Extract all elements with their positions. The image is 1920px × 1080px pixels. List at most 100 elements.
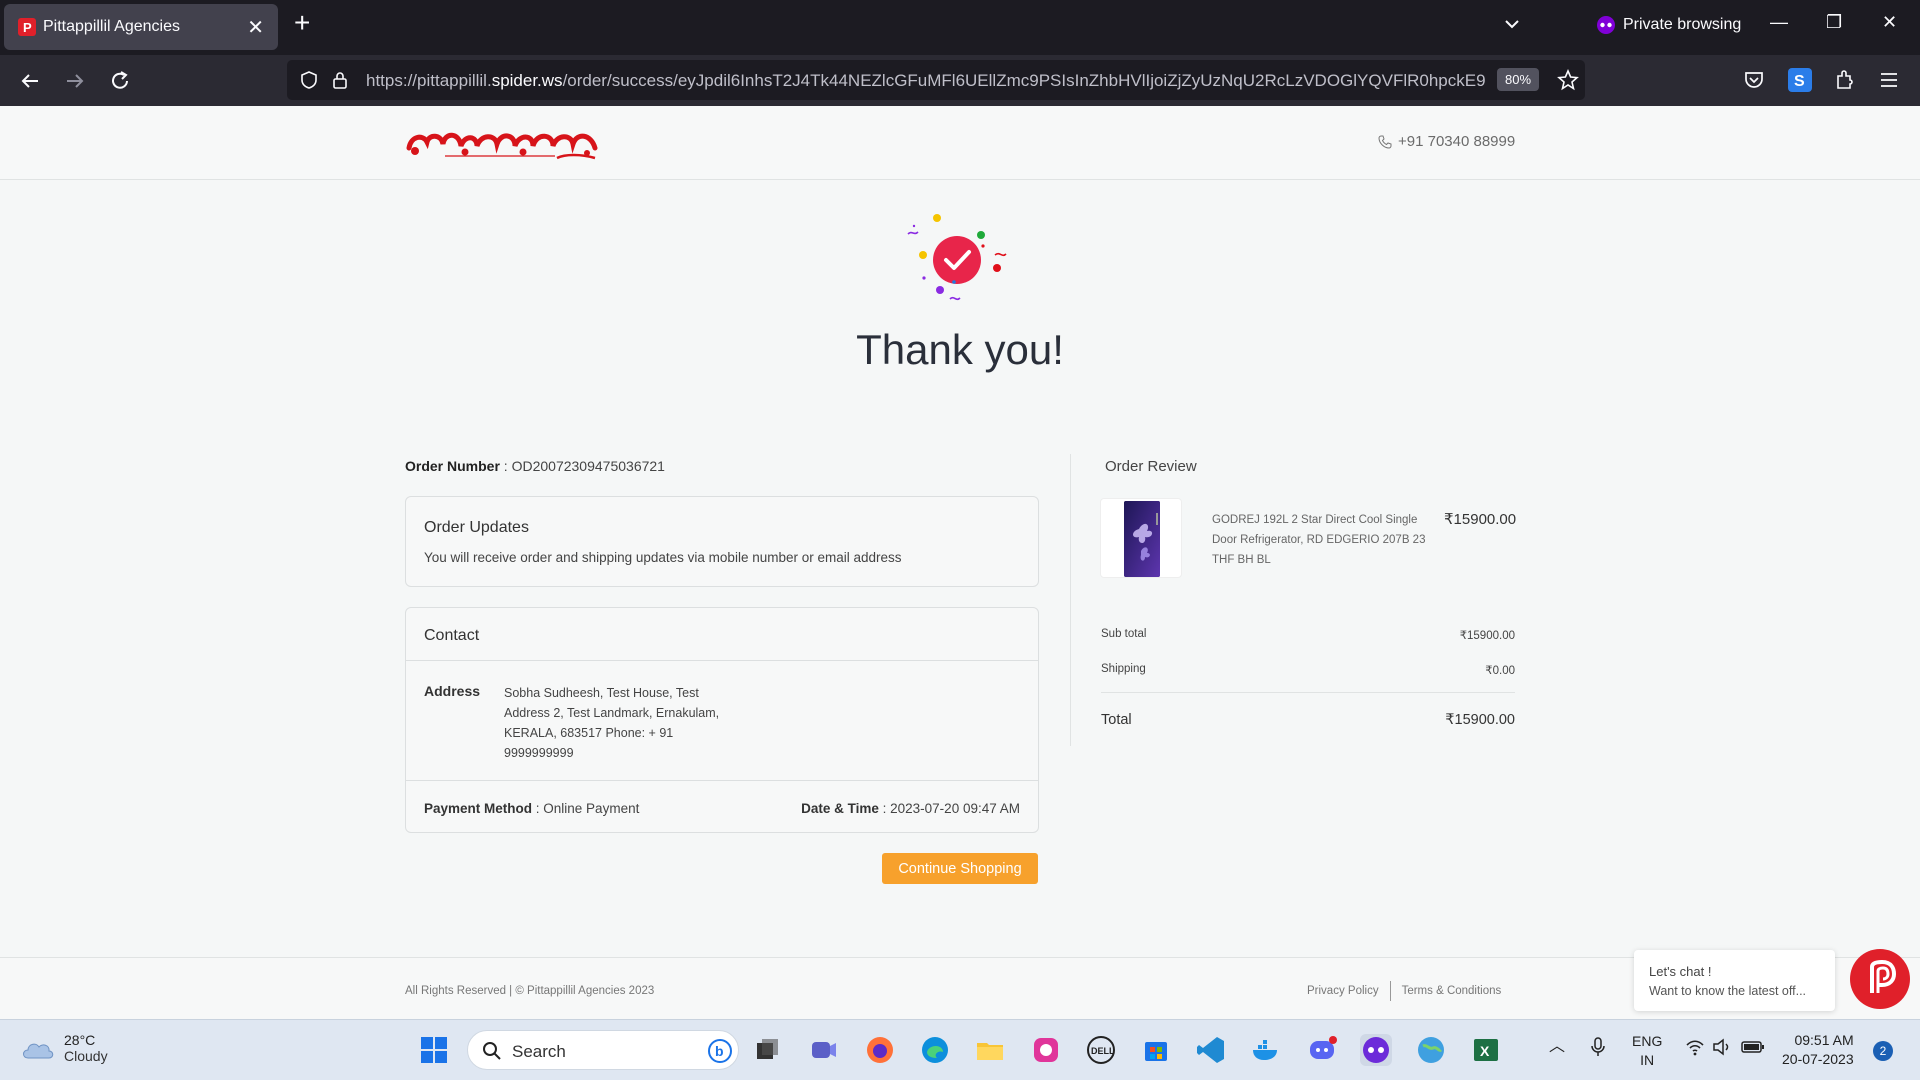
pocket-icon[interactable] [1743, 69, 1765, 91]
subtotal-label: Sub total [1101, 628, 1147, 640]
product-image[interactable] [1100, 498, 1182, 578]
hamburger-menu-icon[interactable] [1878, 69, 1900, 91]
contact-title: Contact [424, 627, 480, 644]
order-updates-text: You will receive order and shipping upda… [424, 550, 902, 565]
refrigerator-image [1124, 501, 1160, 577]
svg-text:DELL: DELL [1091, 1046, 1115, 1056]
private-browsing-label: Private browsing [1623, 16, 1742, 33]
dell-icon[interactable]: DELL [1085, 1034, 1117, 1066]
tab-title: Pittappillil Agencies [43, 18, 180, 35]
url-text[interactable]: https://pittappillil.spider.ws/order/suc… [366, 71, 1486, 91]
extensions-puzzle-icon[interactable] [1833, 68, 1857, 92]
thank-you-heading: Thank you! [856, 326, 1064, 373]
close-window-icon[interactable]: ✕ [1882, 12, 1897, 33]
browser-tab[interactable]: P Pittappillil Agencies ✕ [4, 4, 278, 50]
total-row: Total ₹15900.00 [1101, 712, 1515, 728]
new-tab-button[interactable]: + [294, 9, 310, 37]
close-tab-icon[interactable]: ✕ [247, 15, 264, 40]
minimize-window-icon[interactable]: — [1770, 12, 1788, 33]
page-content: +91 70340 88999 Thank you! Order Number … [0, 106, 1920, 1019]
teams-chat-icon[interactable] [808, 1034, 840, 1066]
chat-brand-p-icon [1870, 959, 1897, 993]
terms-conditions-link[interactable]: Terms & Conditions [1391, 985, 1513, 1001]
weather-widget[interactable]: 28°C Cloudy [20, 1032, 108, 1064]
browser-navbar: https://pittappillil.spider.ws/order/suc… [0, 55, 1920, 106]
extension-s-icon[interactable]: S [1788, 68, 1812, 92]
privacy-policy-link[interactable]: Privacy Policy [1296, 985, 1390, 1001]
excel-icon[interactable]: X [1470, 1034, 1502, 1066]
chat-prompt-bubble[interactable]: Let's chat ! Want to know the latest off… [1634, 950, 1835, 1011]
address-bar[interactable]: https://pittappillil.spider.ws/order/suc… [287, 60, 1585, 100]
header-phone[interactable]: +91 70340 88999 [1378, 133, 1515, 150]
windows-start-icon[interactable] [418, 1034, 450, 1066]
bing-icon[interactable]: b [708, 1039, 732, 1063]
bookmark-star-icon[interactable] [1557, 69, 1579, 91]
reload-icon[interactable] [107, 68, 133, 94]
clock-time: 09:51 AM [1794, 1032, 1854, 1048]
order-datetime: Date & Time : 2023-07-20 09:47 AM [801, 801, 1020, 816]
forward-arrow-icon[interactable] [62, 68, 88, 94]
phone-number: +91 70340 88999 [1398, 133, 1516, 150]
total-value: ₹15900.00 [1445, 712, 1515, 728]
chat-prompt-text: Want to know the latest off... [1649, 984, 1807, 998]
list-all-tabs-icon[interactable] [1502, 14, 1522, 34]
search-placeholder: Search [512, 1042, 566, 1061]
zoom-level-badge[interactable]: 80% [1497, 68, 1540, 91]
address-text: Sobha Sudheesh, Test House, Test Address… [504, 686, 720, 760]
wifi-icon[interactable] [1685, 1038, 1705, 1056]
microphone-icon[interactable] [1588, 1036, 1608, 1058]
chat-launcher-button[interactable] [1850, 949, 1910, 1009]
system-clock[interactable]: 09:51 AM 20-07-2023 [1782, 1031, 1854, 1069]
continue-shopping-button[interactable]: Continue Shopping [882, 853, 1038, 884]
language-indicator[interactable]: ENG IN [1632, 1032, 1662, 1070]
file-explorer-icon[interactable] [974, 1034, 1006, 1066]
subtotal-row: Sub total ₹15900.00 [1101, 628, 1515, 642]
order-updates-card: Order Updates You will receive order and… [405, 496, 1039, 587]
cloud-icon [23, 1043, 54, 1059]
payment-method: Payment Method : Online Payment [424, 801, 640, 816]
shipping-value: ₹0.00 [1485, 665, 1515, 677]
app-pink-icon[interactable] [1030, 1034, 1062, 1066]
private-mask-icon [1597, 16, 1615, 34]
notification-badge[interactable]: 2 [1873, 1041, 1893, 1061]
svg-text:P: P [23, 20, 32, 35]
product-name[interactable]: GODREJ 192L 2 Star Direct Cool Single Do… [1212, 510, 1427, 570]
site-favicon-icon: P [18, 18, 36, 36]
taskbar-search[interactable]: Search b [467, 1030, 739, 1070]
edge-icon[interactable] [919, 1034, 951, 1066]
order-updates-title: Order Updates [424, 519, 529, 536]
battery-icon[interactable] [1741, 1039, 1765, 1055]
lock-icon[interactable] [331, 70, 349, 90]
private-browsing-indicator: Private browsing [1597, 16, 1741, 34]
pittappillil-logo[interactable] [405, 122, 607, 162]
order-review-title: Order Review [1105, 458, 1197, 475]
firefox-icon[interactable] [864, 1034, 896, 1066]
order-number-value: OD20072309475036721 [511, 458, 665, 474]
vscode-icon[interactable] [1195, 1034, 1227, 1066]
discord-icon[interactable] [1306, 1034, 1338, 1066]
os-taskbar: 28°C Cloudy Search b DELL X ︿ ENG IN 09:… [0, 1019, 1920, 1080]
svg-text:b: b [715, 1043, 724, 1059]
weather-condition: Cloudy [64, 1048, 108, 1064]
restore-window-icon[interactable]: ❐ [1826, 12, 1842, 33]
success-check-icon [907, 214, 1007, 301]
phone-icon [1378, 135, 1392, 149]
shipping-row: Shipping ₹0.00 [1101, 663, 1515, 677]
svg-text:S: S [1794, 73, 1805, 90]
show-hidden-icons-icon[interactable]: ︿ [1549, 1032, 1565, 1056]
docker-icon[interactable] [1250, 1034, 1282, 1066]
weather-globe-icon[interactable] [1415, 1034, 1447, 1066]
browser-tabbar: P Pittappillil Agencies ✕ + Private brow… [0, 0, 1920, 55]
volume-icon[interactable] [1712, 1038, 1732, 1056]
tracking-shield-icon[interactable] [299, 70, 319, 90]
column-divider [1070, 454, 1071, 746]
clock-date: 20-07-2023 [1782, 1051, 1854, 1067]
task-view-icon[interactable] [752, 1034, 784, 1066]
firefox-private-icon[interactable] [1360, 1034, 1392, 1066]
svg-text:X: X [1480, 1043, 1490, 1059]
back-arrow-icon[interactable] [17, 68, 43, 94]
microsoft-store-icon[interactable] [1140, 1034, 1172, 1066]
weather-temp: 28°C [64, 1032, 96, 1048]
footer-links: Privacy Policy Terms & Conditions [1296, 981, 1513, 1001]
shipping-label: Shipping [1101, 663, 1146, 675]
